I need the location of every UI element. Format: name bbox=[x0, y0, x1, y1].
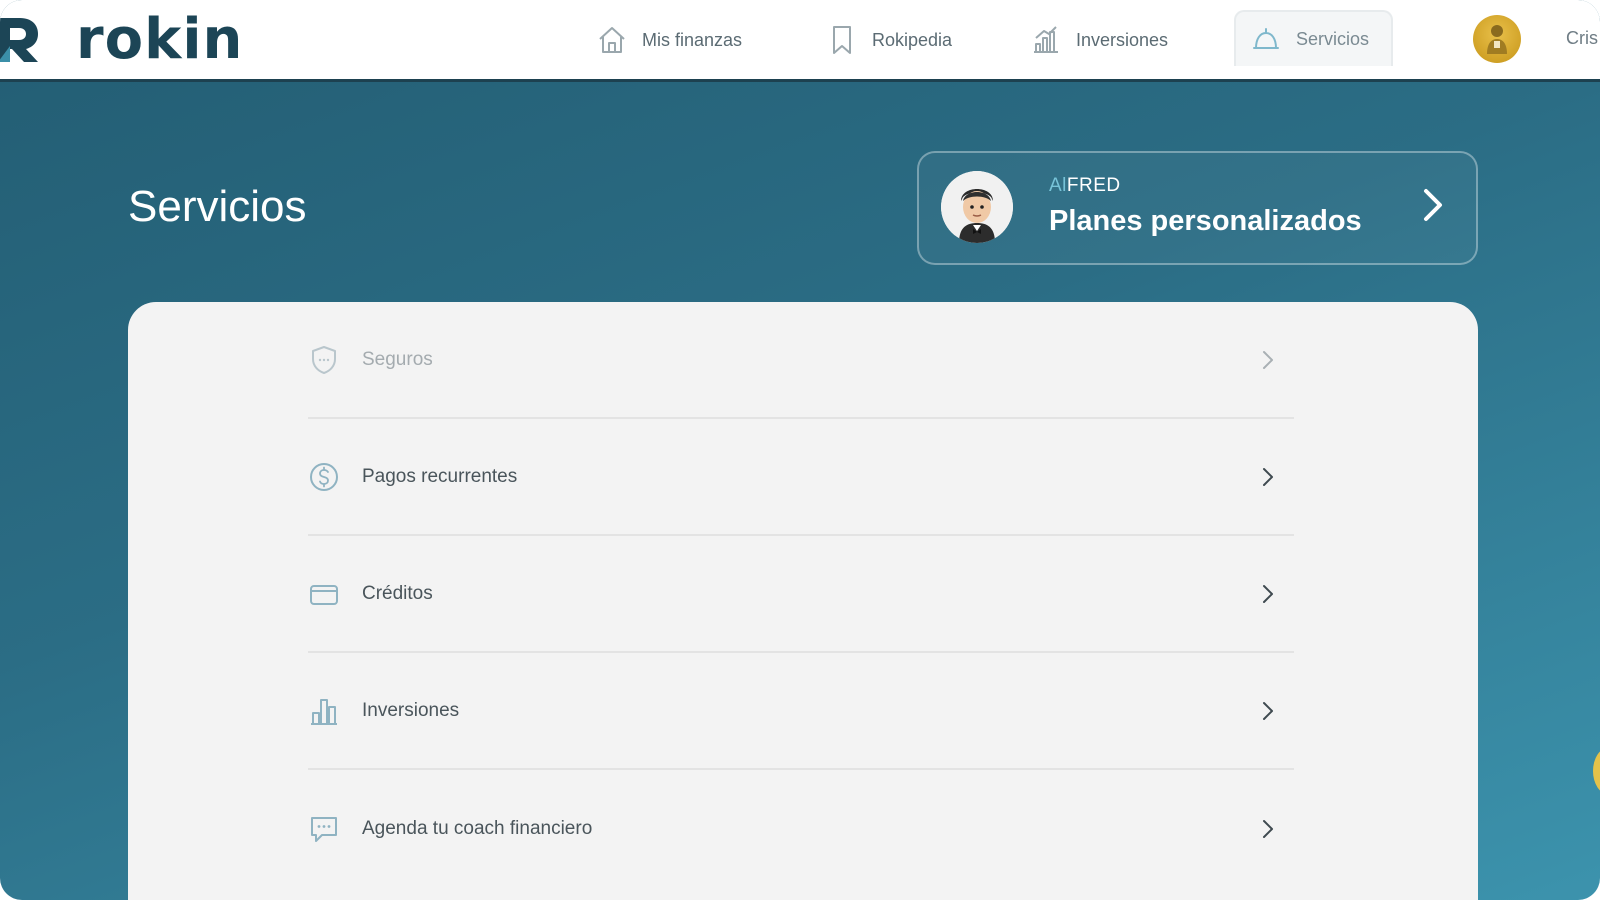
user-figure-icon bbox=[1487, 25, 1507, 54]
chevron-right-icon bbox=[1263, 819, 1273, 838]
alfred-tag: AlFRED bbox=[1049, 175, 1121, 197]
dollar-coin-icon bbox=[310, 462, 338, 491]
chevron-right-icon bbox=[1263, 350, 1273, 369]
nav-item-mis-finanzas[interactable]: Mis finanzas bbox=[596, 14, 742, 66]
service-label: Pagos recurrentes bbox=[362, 465, 518, 487]
floating-chat-handle[interactable] bbox=[1593, 748, 1600, 794]
service-label: Créditos bbox=[362, 582, 433, 604]
alfred-card-title: Planes personalizados bbox=[1049, 205, 1362, 237]
top-navigation-bar: rokin Mis finanzas Rokipedia Inversiones… bbox=[0, 0, 1600, 82]
service-item-pagos-recurrentes[interactable]: Pagos recurrentes bbox=[308, 419, 1294, 536]
brand-name[interactable]: rokin bbox=[76, 8, 243, 72]
shield-icon bbox=[312, 345, 336, 374]
chevron-right-icon bbox=[1424, 189, 1442, 221]
nav-item-servicios[interactable]: Servicios bbox=[1234, 10, 1394, 66]
service-label: Seguros bbox=[362, 348, 433, 370]
nav-item-inversiones[interactable]: Inversiones bbox=[1030, 14, 1168, 66]
home-icon bbox=[599, 27, 625, 53]
nav-label: Rokipedia bbox=[872, 29, 953, 50]
bookmark-icon bbox=[833, 26, 851, 54]
chevron-right-icon bbox=[1263, 701, 1273, 720]
chevron-right-icon bbox=[1263, 467, 1273, 486]
page-title: Servicios bbox=[128, 182, 307, 231]
bar-chart-icon bbox=[311, 698, 337, 725]
bar-chart-icon bbox=[1034, 26, 1058, 53]
alfred-tag-fred: FRED bbox=[1066, 175, 1121, 196]
user-name[interactable]: Cris bbox=[1566, 28, 1598, 49]
chat-bubble-icon bbox=[311, 816, 337, 842]
credit-card-icon bbox=[310, 584, 338, 605]
service-label: Inversiones bbox=[362, 699, 460, 721]
nav-label: Inversiones bbox=[1076, 29, 1169, 50]
service-item-agenda-coach[interactable]: Agenda tu coach financiero bbox=[308, 770, 1294, 887]
alfred-avatar bbox=[941, 171, 1013, 243]
service-item-seguros[interactable]: Seguros bbox=[308, 302, 1294, 419]
service-label: Agenda tu coach financiero bbox=[362, 817, 593, 839]
service-item-inversiones[interactable]: Inversiones bbox=[308, 653, 1294, 770]
alfred-plans-card[interactable]: AlFRED Planes personalizados bbox=[917, 151, 1478, 265]
services-card: Seguros Pagos recurrentes Créditos Inver… bbox=[128, 302, 1478, 900]
chevron-right-icon bbox=[1263, 584, 1273, 603]
rokin-logo-icon[interactable] bbox=[0, 16, 40, 64]
nav-label: Mis finanzas bbox=[642, 29, 743, 50]
bell-icon bbox=[1253, 28, 1279, 49]
app-frame: rokin Mis finanzas Rokipedia Inversiones… bbox=[0, 0, 1600, 900]
service-item-creditos[interactable]: Créditos bbox=[308, 536, 1294, 653]
nav-item-rokipedia[interactable]: Rokipedia bbox=[826, 14, 952, 66]
alfred-character-icon bbox=[941, 171, 1013, 243]
nav-label: Servicios bbox=[1296, 28, 1370, 49]
alfred-tag-ai: Al bbox=[1049, 175, 1067, 196]
user-avatar[interactable] bbox=[1473, 15, 1521, 63]
